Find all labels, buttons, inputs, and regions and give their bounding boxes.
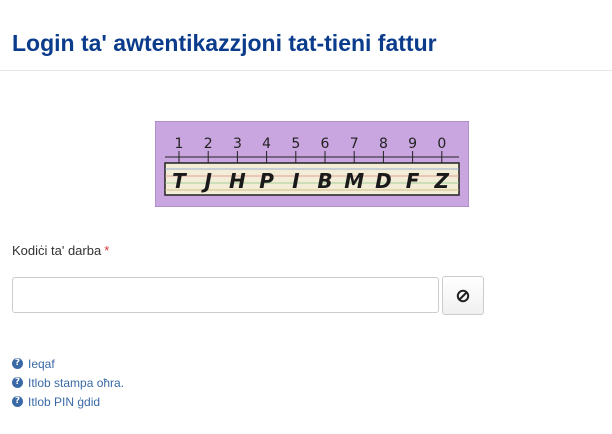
captcha-letter: T bbox=[172, 169, 187, 193]
captcha-letter: Z bbox=[434, 169, 450, 193]
captcha-digit: 5 bbox=[291, 136, 300, 152]
captcha-graphic: 1234567890 TJHPIBMDFZ bbox=[154, 120, 470, 208]
captcha-digit: 3 bbox=[233, 136, 242, 152]
captcha-letter: F bbox=[406, 169, 420, 193]
question-circle-icon: ? bbox=[12, 358, 23, 369]
captcha-digit: 1 bbox=[175, 136, 184, 152]
captcha-letter: B bbox=[317, 169, 332, 193]
captcha-letter: H bbox=[229, 169, 246, 193]
code-label-text: Kodiċi ta' darba bbox=[12, 243, 102, 258]
page-title: Login ta' awtentikazzjoni tat-tieni fatt… bbox=[12, 30, 437, 56]
captcha-digit: 6 bbox=[321, 136, 330, 152]
request-new-image-link[interactable]: Itlob stampa oħra. bbox=[28, 376, 124, 390]
link-item-new-image[interactable]: ? Itlob stampa oħra. bbox=[12, 373, 124, 392]
question-circle-icon: ? bbox=[12, 396, 23, 407]
question-circle-icon: ? bbox=[12, 377, 23, 388]
captcha-digit: 9 bbox=[408, 136, 417, 152]
request-new-pin-link[interactable]: Itlob PIN ġdid bbox=[28, 395, 100, 409]
captcha-letter: P bbox=[259, 169, 274, 193]
captcha-digit: 8 bbox=[379, 136, 388, 152]
captcha-image: 1234567890 TJHPIBMDFZ bbox=[154, 120, 470, 208]
required-marker: * bbox=[104, 243, 110, 258]
ban-icon bbox=[456, 289, 470, 302]
captcha-digit: 4 bbox=[262, 136, 271, 152]
page-header: Login ta' awtentikazzjoni tat-tieni fatt… bbox=[0, 0, 612, 71]
link-item-stop[interactable]: ? Ieqaf bbox=[12, 354, 124, 373]
captcha-letter: I bbox=[292, 169, 300, 193]
one-time-code-input[interactable] bbox=[12, 277, 439, 313]
captcha-letter: D bbox=[375, 169, 392, 193]
captcha-letter: M bbox=[344, 169, 364, 193]
captcha-digit: 0 bbox=[437, 136, 446, 152]
stop-link[interactable]: Ieqaf bbox=[28, 357, 55, 371]
captcha-digit: 7 bbox=[350, 136, 359, 152]
captcha-digit: 2 bbox=[204, 136, 213, 152]
clear-button[interactable] bbox=[442, 276, 484, 315]
help-links: ? Ieqaf ? Itlob stampa oħra. ? Itlob PIN… bbox=[12, 354, 124, 411]
code-label: Kodiċi ta' darba * bbox=[12, 243, 109, 258]
link-item-new-pin[interactable]: ? Itlob PIN ġdid bbox=[12, 392, 124, 411]
